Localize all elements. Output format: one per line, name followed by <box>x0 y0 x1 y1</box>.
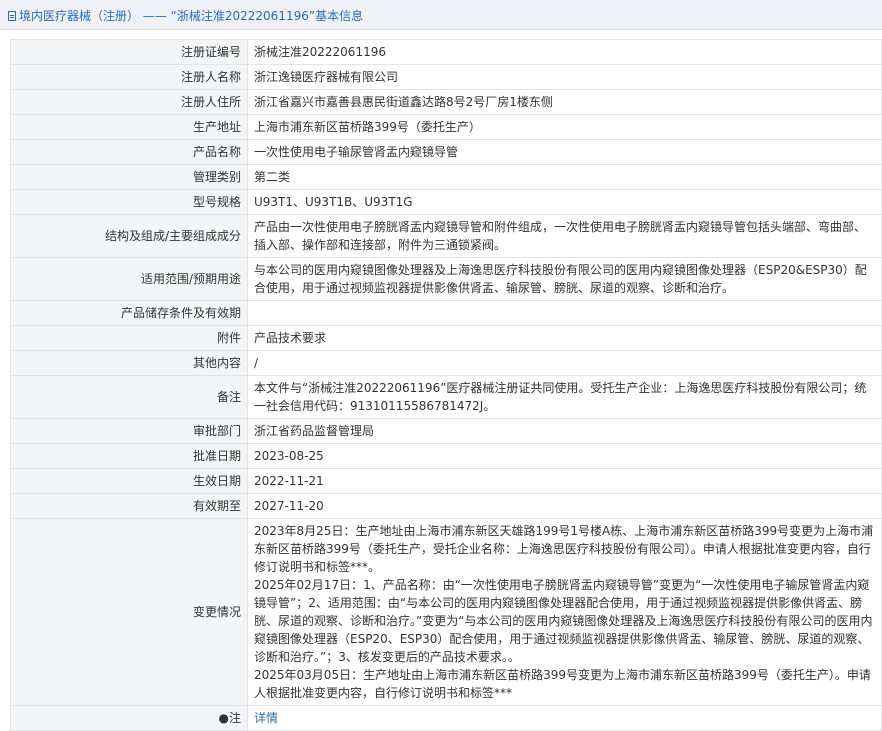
field-label: 附件 <box>10 325 248 351</box>
field-label: 其他内容 <box>10 350 248 376</box>
info-row: 注册证编号 浙械注准20222061196 <box>10 39 882 65</box>
field-label: 有效期至 <box>10 493 248 519</box>
details-link[interactable]: 详情 <box>254 711 278 725</box>
field-label: 生效日期 <box>10 468 248 494</box>
info-row: 注册人名称 浙江逸镜医疗器械有限公司 <box>10 64 882 90</box>
info-row: 有效期至 2027-11-20 <box>10 493 882 519</box>
info-row: 其他内容 / <box>10 350 882 376</box>
field-value: 2023-08-25 <box>247 443 882 469</box>
field-label: 注册人住所 <box>10 89 248 115</box>
field-label: 变更情况 <box>10 518 248 706</box>
info-row: 型号规格 U93T1、U93T1B、U93T1G <box>10 189 882 215</box>
note-row: ●注 详情 <box>10 705 882 731</box>
change-history-row: 变更情况 2023年8月25日：生产地址由上海市浦东新区天雄路199号1号楼A栋、… <box>10 518 882 706</box>
field-label: 产品储存条件及有效期 <box>10 300 248 326</box>
field-value: 产品技术要求 <box>247 325 882 351</box>
field-value: 详情 <box>247 705 882 731</box>
info-row: 产品储存条件及有效期 <box>10 300 882 326</box>
info-row: 注册人住所 浙江省嘉兴市嘉善县惠民街道鑫达路8号2号厂房1楼东侧 <box>10 89 882 115</box>
info-row: 批准日期 2023-08-25 <box>10 443 882 469</box>
record-title: “浙械注准20222061196”基本信息 <box>170 9 364 23</box>
field-value: 浙械注准20222061196 <box>247 39 882 65</box>
change-entry: 2023年8月25日：生产地址由上海市浦东新区天雄路199号1号楼A栋、上海市浦… <box>254 524 874 574</box>
field-value: 浙江逸镜医疗器械有限公司 <box>247 64 882 90</box>
field-label: 管理类别 <box>10 164 248 190</box>
field-value: / <box>247 350 882 376</box>
info-row: 产品名称 一次性使用电子输尿管肾盂内窥镜导管 <box>10 139 882 165</box>
field-label: 备注 <box>10 375 248 419</box>
field-value: 上海市浦东新区苗桥路399号（委托生产） <box>247 114 882 140</box>
info-row: 附件 产品技术要求 <box>10 325 882 351</box>
info-row: 审批部门 浙江省药品监督管理局 <box>10 418 882 444</box>
field-value: 第二类 <box>247 164 882 190</box>
field-value: 2027-11-20 <box>247 493 882 519</box>
field-value: 产品由一次性使用电子膀胱肾盂内窥镜导管和附件组成，一次性使用电子膀胱肾盂内窥镜导… <box>247 214 882 258</box>
breadcrumb-category[interactable]: 境内医疗器械（注册） <box>19 9 139 23</box>
change-entry: 2025年02月17日：1、产品名称：由“一次性使用电子膀胱肾盂内窥镜导管”变更… <box>254 578 873 664</box>
info-row: 备注 本文件与“浙械注准20222061196”医疗器械注册证共同使用。受托生产企… <box>10 375 882 419</box>
field-value: 本文件与“浙械注准20222061196”医疗器械注册证共同使用。受托生产企业：… <box>247 375 882 419</box>
page-header: 境内医疗器械（注册） —— “浙械注准20222061196”基本信息 <box>0 0 882 30</box>
field-value: 一次性使用电子输尿管肾盂内窥镜导管 <box>247 139 882 165</box>
field-label: 注册证编号 <box>10 39 248 65</box>
field-label: 生产地址 <box>10 114 248 140</box>
field-value: 浙江省嘉兴市嘉善县惠民街道鑫达路8号2号厂房1楼东侧 <box>247 89 882 115</box>
field-value <box>247 300 882 326</box>
info-row: 管理类别 第二类 <box>10 164 882 190</box>
change-entry: 2025年03月05日：生产地址由上海市浦东新区苗桥路399号变更为上海市浦东新… <box>254 668 871 700</box>
info-row: 生产地址 上海市浦东新区苗桥路399号（委托生产） <box>10 114 882 140</box>
info-row: 适用范围/预期用途 与本公司的医用内窥镜图像处理器及上海逸思医疗科技股份有限公司的… <box>10 257 882 301</box>
field-value: 与本公司的医用内窥镜图像处理器及上海逸思医疗科技股份有限公司的医用内窥镜图像处理… <box>247 257 882 301</box>
title-separator: —— <box>139 9 171 23</box>
field-label: 产品名称 <box>10 139 248 165</box>
document-icon <box>8 11 16 21</box>
field-label: 适用范围/预期用途 <box>10 257 248 301</box>
field-label: 注册人名称 <box>10 64 248 90</box>
field-label: 批准日期 <box>10 443 248 469</box>
field-label: 审批部门 <box>10 418 248 444</box>
page-title: 境内医疗器械（注册） —— “浙械注准20222061196”基本信息 <box>8 7 363 24</box>
info-row: 结构及组成/主要组成成分 产品由一次性使用电子膀胱肾盂内窥镜导管和附件组成，一次性… <box>10 214 882 258</box>
field-value: U93T1、U93T1B、U93T1G <box>247 189 882 215</box>
info-row: 生效日期 2022-11-21 <box>10 468 882 494</box>
field-label: 结构及组成/主要组成成分 <box>10 214 248 258</box>
change-history-value: 2023年8月25日：生产地址由上海市浦东新区天雄路199号1号楼A栋、上海市浦… <box>247 518 882 706</box>
field-label: ●注 <box>10 705 248 731</box>
field-label: 型号规格 <box>10 189 248 215</box>
field-value: 浙江省药品监督管理局 <box>247 418 882 444</box>
field-value: 2022-11-21 <box>247 468 882 494</box>
registration-info-table: 注册证编号 浙械注准20222061196 注册人名称 浙江逸镜医疗器械有限公司 注册人… <box>10 39 882 731</box>
